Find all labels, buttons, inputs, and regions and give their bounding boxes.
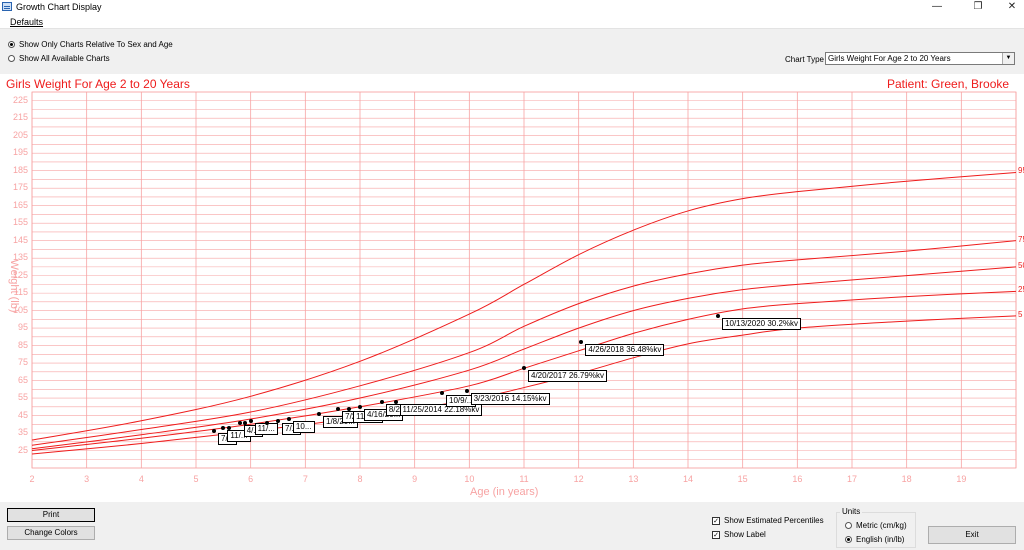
- y-tick-label: 85: [17, 339, 28, 350]
- percentile-label: 95: [1018, 166, 1024, 176]
- y-tick-label: 105: [12, 304, 28, 315]
- measurement-point[interactable]: [393, 399, 398, 404]
- y-tick-label: 215: [12, 112, 28, 123]
- x-tick-label: 4: [138, 474, 144, 484]
- measurement-point[interactable]: [464, 389, 469, 394]
- measurement-label: 10...: [292, 421, 315, 434]
- x-tick-label: 9: [412, 474, 418, 484]
- x-tick-label: 7: [302, 474, 308, 484]
- measurement-point[interactable]: [347, 406, 352, 411]
- measurement-point[interactable]: [317, 411, 321, 416]
- y-tick-label: 175: [12, 182, 28, 193]
- measurement-label: 3/23/2016 14.15%kv: [470, 393, 550, 406]
- y-tick-label: 75: [17, 357, 28, 368]
- x-tick-label: 13: [628, 474, 639, 484]
- measurement-point[interactable]: [243, 420, 248, 425]
- y-tick-label: 155: [12, 217, 28, 228]
- print-button[interactable]: Print: [7, 508, 95, 522]
- x-tick-label: 8: [357, 474, 363, 484]
- x-tick-label: 11: [519, 474, 529, 484]
- radio-english-label: English (in/lb): [856, 535, 905, 544]
- x-tick-label: 10: [464, 474, 475, 484]
- y-tick-label: 35: [17, 427, 28, 438]
- exit-button[interactable]: Exit: [928, 526, 1016, 544]
- y-tick-label: 25: [17, 444, 28, 455]
- show-percentiles-checkbox[interactable]: ✓ Show Estimated Percentiles: [712, 516, 824, 525]
- y-tick-label: 145: [12, 234, 28, 245]
- y-tick-label: 225: [12, 94, 28, 105]
- show-label-checkbox[interactable]: ✓ Show Label: [712, 530, 766, 539]
- percentile-label: 5: [1018, 309, 1023, 319]
- measurement-label: 11/...: [254, 422, 278, 435]
- measurement-point[interactable]: [379, 399, 384, 404]
- y-tick-label: 65: [17, 374, 28, 385]
- show-percentiles-check[interactable]: ✓: [712, 516, 720, 525]
- y-tick-label: 185: [12, 164, 28, 175]
- radio-english-indicator[interactable]: [845, 536, 852, 543]
- change-colors-button[interactable]: Change Colors: [7, 526, 95, 540]
- percentile-label: 50: [1018, 260, 1024, 270]
- radio-english[interactable]: English (in/lb): [845, 535, 904, 544]
- y-tick-label: 165: [12, 199, 28, 210]
- y-tick-label: 125: [12, 269, 28, 280]
- growth-chart: [31, 91, 1017, 469]
- measurement-point[interactable]: [248, 418, 253, 423]
- measurement-point[interactable]: [286, 417, 291, 422]
- y-tick-label: 55: [17, 392, 28, 403]
- measurement-point[interactable]: [716, 313, 721, 318]
- x-tick-label: 12: [573, 474, 584, 484]
- measurement-point[interactable]: [226, 425, 231, 430]
- x-tick-label: 14: [682, 474, 693, 484]
- measurement-point[interactable]: [358, 404, 362, 409]
- measurement-point[interactable]: [440, 390, 444, 395]
- y-tick-label: 115: [13, 287, 28, 298]
- percentile-label: 75: [1018, 234, 1024, 244]
- radio-metric[interactable]: Metric (cm/kg): [845, 521, 907, 530]
- x-tick-label: 2: [29, 474, 35, 484]
- measurement-point[interactable]: [336, 406, 341, 411]
- show-label-check[interactable]: ✓: [712, 530, 720, 539]
- x-tick-label: 19: [956, 474, 967, 484]
- measurement-label: 4/20/2017 26.79%kv: [528, 370, 607, 383]
- x-tick-label: 6: [248, 474, 254, 484]
- x-tick-label: 15: [737, 474, 748, 484]
- x-tick-label: 17: [846, 474, 857, 484]
- x-tick-label: 16: [792, 474, 803, 484]
- measurement-point[interactable]: [276, 418, 280, 423]
- show-label-label: Show Label: [724, 530, 766, 539]
- radio-metric-indicator[interactable]: [845, 522, 852, 529]
- measurement-label: 10/13/2020 30.2%kv: [722, 317, 802, 330]
- x-tick-label: 5: [193, 474, 199, 484]
- y-tick-label: 135: [12, 252, 28, 263]
- y-tick-label: 195: [12, 147, 28, 158]
- radio-metric-label: Metric (cm/kg): [856, 521, 907, 530]
- x-tick-label: 18: [901, 474, 912, 484]
- y-tick-label: 205: [12, 129, 28, 140]
- measurement-label: 4/26/2018 36.48%kv: [585, 344, 665, 357]
- measurement-point[interactable]: [237, 420, 242, 425]
- x-tick-label: 3: [84, 474, 90, 484]
- show-percentiles-label: Show Estimated Percentiles: [724, 516, 824, 525]
- percentile-label: 25: [1018, 285, 1024, 295]
- units-title: Units: [840, 507, 863, 516]
- measurement-point[interactable]: [265, 420, 270, 425]
- y-tick-label: 95: [17, 322, 28, 333]
- y-tick-label: 45: [17, 409, 28, 420]
